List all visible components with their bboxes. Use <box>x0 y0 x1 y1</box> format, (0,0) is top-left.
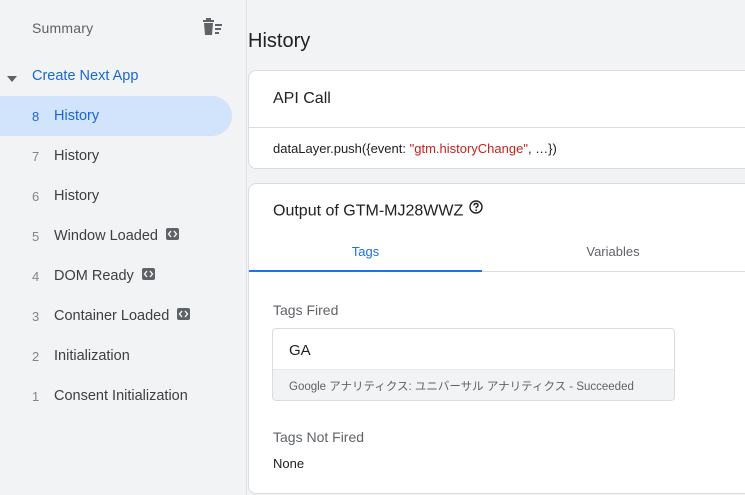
event-item-2[interactable]: 2 Initialization <box>0 336 232 376</box>
event-item-4[interactable]: 4 DOM Ready <box>0 256 232 296</box>
event-name: DOM Ready <box>54 268 155 284</box>
event-name-text: History <box>54 188 100 204</box>
event-item-8[interactable]: 8 History <box>0 96 232 136</box>
event-item-1[interactable]: 1 Consent Initialization <box>0 376 232 416</box>
sidebar: Summary Create Next App 8 History 7 Hist… <box>0 0 247 495</box>
app-label: Create Next App <box>32 68 139 84</box>
code-icon <box>141 268 155 281</box>
output-title: Output of GTM-MJ28WWZ <box>273 200 483 221</box>
code-prefix: dataLayer.push({event: <box>273 141 410 156</box>
event-number: 8 <box>32 109 40 124</box>
delete-all-icon[interactable] <box>199 17 225 39</box>
event-item-7[interactable]: 7 History <box>0 136 232 176</box>
event-name: Consent Initialization <box>54 388 188 404</box>
event-name-text: Initialization <box>54 348 130 364</box>
event-name-text: DOM Ready <box>54 268 134 284</box>
event-number: 3 <box>32 309 40 324</box>
event-name-text: Window Loaded <box>54 228 158 244</box>
summary-row[interactable]: Summary <box>0 12 247 44</box>
output-card: Output of GTM-MJ28WWZ Tags Variables Tag… <box>248 183 745 494</box>
tag-footer: Google アナリティクス: ユニバーサル アナリティクス - Succeed… <box>273 369 674 400</box>
event-name: Container Loaded <box>54 308 191 324</box>
event-number: 1 <box>32 389 40 404</box>
event-name: Initialization <box>54 348 130 364</box>
api-call-header: API Call <box>249 71 745 128</box>
event-number: 5 <box>32 229 40 244</box>
api-call-card: API Call dataLayer.push({event: "gtm.his… <box>248 70 745 169</box>
page-title: History <box>248 30 311 52</box>
code-suffix: , …}) <box>527 141 557 156</box>
event-name-text: History <box>54 108 100 124</box>
event-number: 7 <box>32 149 40 164</box>
event-list: 8 History 7 History 6 History 5 Window L… <box>0 96 247 416</box>
output-title-text: Output of GTM-MJ28WWZ <box>273 202 464 220</box>
tab-variables[interactable]: Variables <box>482 232 744 272</box>
event-name-text: Container Loaded <box>54 308 170 324</box>
main-panel: History API Call dataLayer.push({event: … <box>247 0 745 495</box>
event-name: History <box>54 148 99 164</box>
event-name: History <box>54 108 99 124</box>
event-name: Window Loaded <box>54 228 179 244</box>
event-name-text: History <box>54 148 100 164</box>
event-item-6[interactable]: 6 History <box>0 176 232 216</box>
code-icon <box>177 308 191 321</box>
tab-tags[interactable]: Tags <box>249 232 482 272</box>
event-number: 4 <box>32 269 40 284</box>
event-item-3[interactable]: 3 Container Loaded <box>0 296 232 336</box>
help-icon[interactable] <box>469 200 483 219</box>
tags-not-fired-value: None <box>273 456 305 471</box>
tags-not-fired-label: Tags Not Fired <box>273 429 365 445</box>
summary-label: Summary <box>32 20 94 36</box>
code-string: "gtm.historyChange" <box>409 141 528 156</box>
event-item-5[interactable]: 5 Window Loaded <box>0 216 232 256</box>
api-call-title: API Call <box>273 90 331 107</box>
output-tabs: Tags Variables <box>249 232 745 272</box>
caret-down-icon[interactable] <box>6 71 18 82</box>
api-call-code: dataLayer.push({event: "gtm.historyChang… <box>273 141 557 156</box>
container-app-row[interactable]: Create Next App <box>0 62 247 90</box>
event-number: 6 <box>32 189 40 204</box>
event-name-text: Consent Initialization <box>54 388 188 404</box>
tag-status: Google アナリティクス: ユニバーサル アナリティクス - Succeed… <box>289 381 634 393</box>
event-number: 2 <box>32 349 40 364</box>
code-icon <box>166 228 179 241</box>
tag-name: GA <box>289 342 311 359</box>
event-name: History <box>54 188 99 204</box>
tags-fired-label: Tags Fired <box>273 302 339 318</box>
fired-tag-card[interactable]: GA Google アナリティクス: ユニバーサル アナリティクス - Succ… <box>272 328 675 401</box>
